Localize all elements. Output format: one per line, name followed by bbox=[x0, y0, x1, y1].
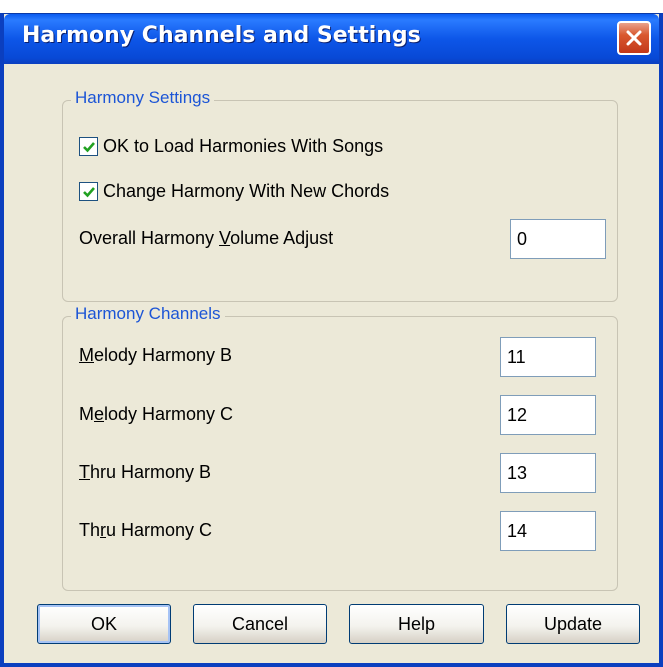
melody-harmony-b-label: Melody Harmony B bbox=[79, 345, 233, 365]
change-harmony-label: Change Harmony With New Chords bbox=[103, 181, 390, 201]
volume-adjust-label: Overall Harmony Volume Adjust bbox=[79, 228, 334, 248]
change-harmony-checkbox[interactable] bbox=[79, 182, 98, 201]
checkmark-icon bbox=[82, 141, 95, 152]
volume-adjust-input[interactable]: 0 bbox=[510, 219, 606, 259]
melody-harmony-b-input[interactable]: 11 bbox=[500, 337, 596, 377]
harmony-settings-group: Harmony Settings OK to Load Harmonies Wi… bbox=[62, 88, 618, 302]
thru-harmony-b-label: Thru Harmony B bbox=[79, 462, 212, 482]
close-icon bbox=[626, 30, 642, 46]
ok-button[interactable]: OK bbox=[37, 604, 171, 644]
update-button[interactable]: Update bbox=[506, 604, 640, 644]
load-harmonies-option[interactable]: OK to Load Harmonies With Songs bbox=[79, 136, 383, 157]
harmony-channels-legend: Harmony Channels bbox=[71, 304, 225, 324]
checkmark-icon bbox=[82, 186, 95, 197]
melody-harmony-c-label: Melody Harmony C bbox=[79, 404, 234, 424]
thru-harmony-b-input[interactable]: 13 bbox=[500, 453, 596, 493]
melody-harmony-c-input[interactable]: 12 bbox=[500, 395, 596, 435]
help-button[interactable]: Help bbox=[349, 604, 484, 644]
thru-harmony-c-label: Thru Harmony C bbox=[79, 520, 213, 540]
cancel-button[interactable]: Cancel bbox=[193, 604, 327, 644]
load-harmonies-label: OK to Load Harmonies With Songs bbox=[103, 136, 384, 156]
thru-harmony-c-input[interactable]: 14 bbox=[500, 511, 596, 551]
harmony-settings-legend: Harmony Settings bbox=[71, 88, 215, 108]
close-button[interactable] bbox=[617, 21, 651, 55]
harmony-channels-group: Harmony Channels Melody Harmony B 11 Mel… bbox=[62, 304, 618, 591]
title-bar[interactable]: Harmony Channels and Settings bbox=[4, 14, 659, 64]
window-title: Harmony Channels and Settings bbox=[22, 23, 421, 48]
dialog-window: Harmony Channels and Settings Harmony Se… bbox=[0, 13, 663, 667]
load-harmonies-checkbox[interactable] bbox=[79, 137, 98, 156]
change-harmony-option[interactable]: Change Harmony With New Chords bbox=[79, 181, 389, 202]
